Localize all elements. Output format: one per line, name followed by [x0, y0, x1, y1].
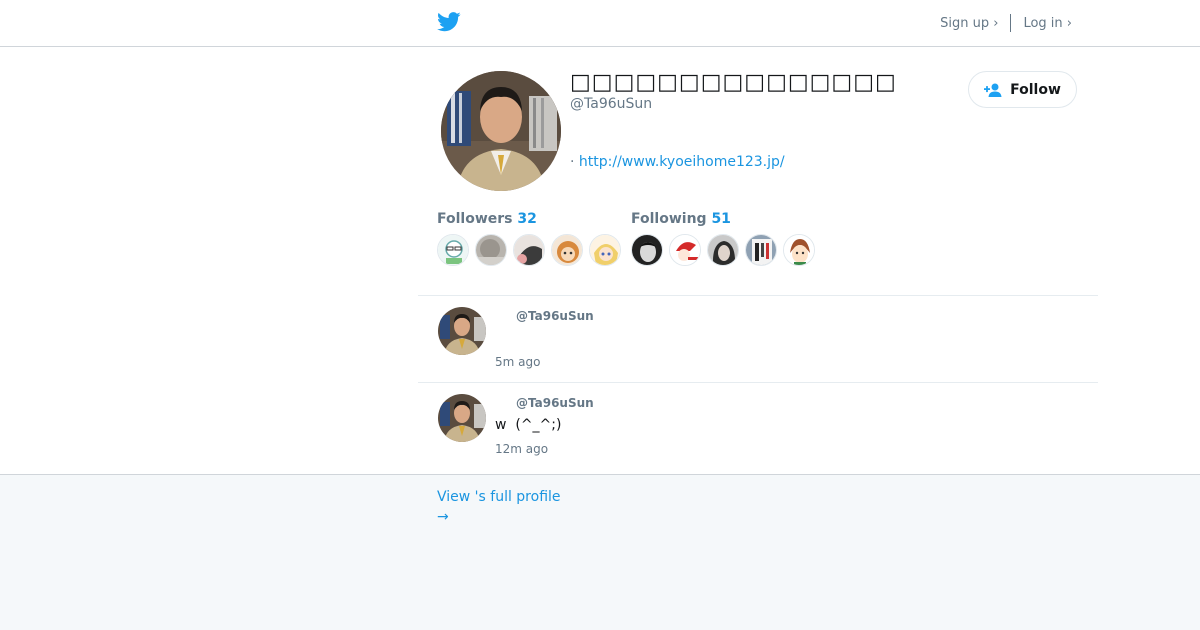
display-name: □□□□□□□□□□□□□□□	[570, 70, 897, 95]
follow-button[interactable]: Follow	[968, 71, 1077, 108]
profile-url-link[interactable]: http://www.kyoeihome123.jp/	[579, 154, 785, 170]
followers-heading[interactable]: Followers 32	[437, 211, 621, 227]
tweet-avatar[interactable]	[438, 394, 486, 442]
top-bar: Sign up › Log in ›	[0, 0, 1200, 47]
tweet-avatar[interactable]	[438, 307, 486, 355]
twitter-bird-icon[interactable]	[437, 11, 461, 33]
profile-url-line: · http://www.kyoeihome123.jp/	[570, 154, 785, 170]
signup-link[interactable]: Sign up ›	[940, 16, 998, 31]
follower-avatar[interactable]	[513, 234, 545, 266]
full-profile-label: View 's full profile	[437, 489, 561, 505]
tweet-text: w (^_^;)	[495, 417, 562, 433]
profile-avatar[interactable]	[441, 71, 561, 191]
followers-label: Followers	[437, 211, 513, 227]
following-label: Following	[631, 211, 707, 227]
add-user-icon	[984, 83, 1002, 97]
follower-avatar[interactable]	[475, 234, 507, 266]
following-avatar[interactable]	[669, 234, 701, 266]
following-avatar[interactable]	[783, 234, 815, 266]
follower-avatar[interactable]	[551, 234, 583, 266]
tweet-timestamp[interactable]: 5m ago	[495, 355, 540, 369]
follower-avatar[interactable]	[589, 234, 621, 266]
following-avatars	[631, 234, 815, 266]
followers-section: Followers 32	[437, 211, 621, 266]
profile-photo	[441, 71, 561, 191]
tweet-item[interactable]: @Ta96uSun 5m ago	[418, 295, 1098, 383]
follow-label: Follow	[1010, 81, 1061, 98]
login-link[interactable]: Log in ›	[1023, 16, 1072, 31]
following-count: 51	[711, 211, 731, 227]
auth-nav: Sign up › Log in ›	[940, 14, 1072, 32]
followers-count: 32	[517, 211, 537, 227]
tweet-handle[interactable]: @Ta96uSun	[516, 396, 594, 410]
footer: View 's full profile →	[0, 474, 1200, 630]
url-bullet: ·	[570, 154, 575, 170]
following-heading[interactable]: Following 51	[631, 211, 815, 227]
tweet-handle[interactable]: @Ta96uSun	[516, 309, 594, 323]
following-section: Following 51	[631, 211, 815, 266]
following-avatar[interactable]	[707, 234, 739, 266]
nav-divider	[1010, 14, 1012, 32]
tweet-item[interactable]: @Ta96uSun w (^_^;) 12m ago	[418, 382, 1098, 474]
following-avatar[interactable]	[631, 234, 663, 266]
following-avatar[interactable]	[745, 234, 777, 266]
profile-handle: @Ta96uSun	[570, 96, 653, 112]
arrow-right-icon: →	[437, 509, 449, 525]
tweet-timestamp[interactable]: 12m ago	[495, 442, 548, 456]
followers-avatars	[437, 234, 621, 266]
view-full-profile-link[interactable]: View 's full profile →	[437, 487, 561, 527]
follower-avatar[interactable]	[437, 234, 469, 266]
